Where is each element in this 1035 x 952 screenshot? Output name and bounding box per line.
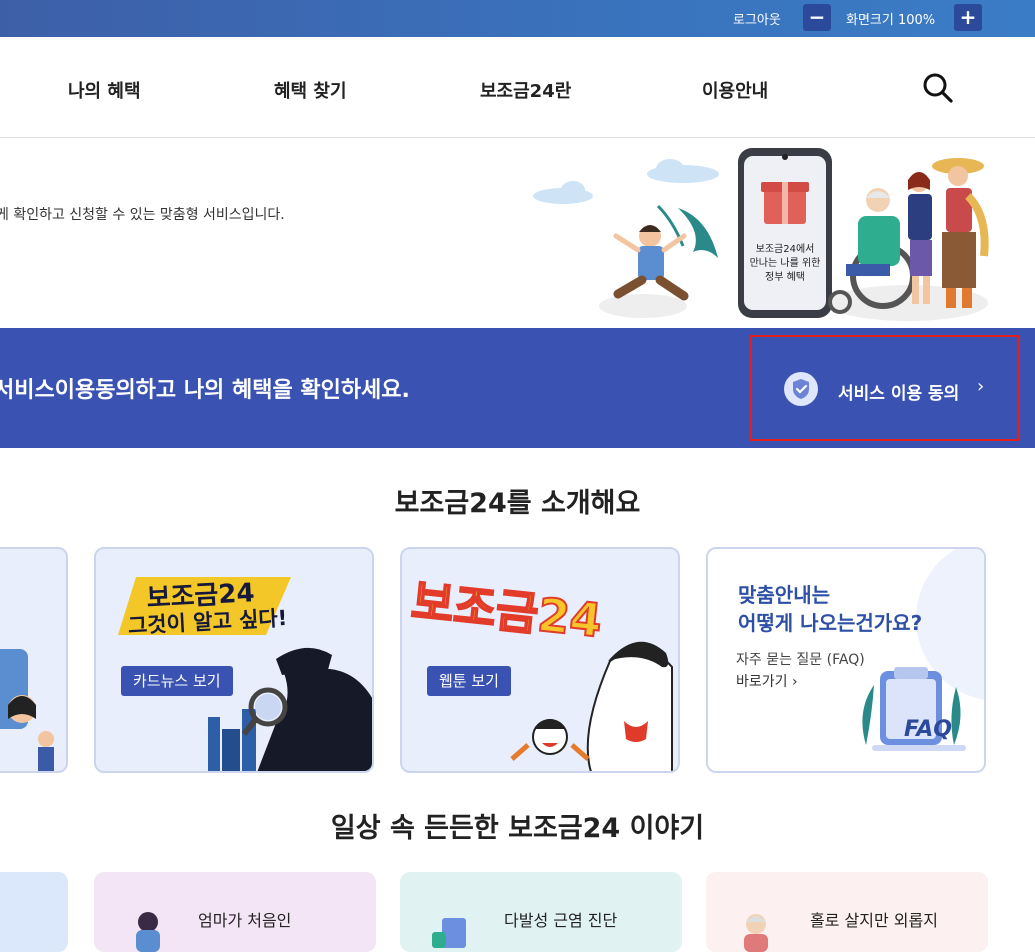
- faq-title-line-1: 맞춤안내는: [738, 583, 830, 607]
- nav-guide[interactable]: 이용안내: [702, 77, 768, 103]
- nav-about[interactable]: 보조금24란: [480, 77, 571, 103]
- intro-card-partial[interactable]: [0, 547, 68, 773]
- service-consent-label[interactable]: 서비스 이용 동의: [838, 379, 959, 404]
- zoom-in-button[interactable]: +: [954, 4, 982, 31]
- faq-badge: FAQ: [904, 717, 952, 742]
- faq-title-line-2: 어떻게 나오는건가요?: [738, 611, 923, 635]
- hero-description: 게 확인하고 신청할 수 있는 맞춤형 서비스입니다.: [0, 207, 285, 223]
- utility-bar: 로그아웃 − 화면크기 100% +: [0, 0, 1035, 37]
- faq-card[interactable]: 맞춤안내는 어떻게 나오는건가요? 자주 묻는 질문 (FAQ) 바로가기 › …: [706, 547, 986, 773]
- faq-card-title: 맞춤안내는 어떻게 나오는건가요?: [738, 581, 922, 637]
- search-icon[interactable]: [922, 72, 954, 104]
- logout-link[interactable]: 로그아웃: [733, 9, 781, 28]
- webtoon-illustration: 보조금24: [408, 573, 673, 771]
- story-card-alone[interactable]: 홀로 살지만 외롭지: [706, 872, 988, 952]
- intro-section-title: 보조금24를 소개해요: [394, 488, 641, 519]
- story-card-mom[interactable]: 엄마가 처음인: [94, 872, 376, 952]
- faq-subtitle: 자주 묻는 질문 (FAQ): [736, 652, 865, 668]
- phone-text-3: 정부 혜택: [765, 271, 805, 283]
- main-navigation: 나의 혜택 혜택 찾기 보조금24란 이용안내: [0, 37, 1035, 138]
- hero-illustration: 보조금24에서 만나는 나를 위한 정부 혜택: [533, 148, 989, 321]
- webtoon-button[interactable]: 웹툰 보기: [427, 666, 511, 696]
- clinic-illustration: [432, 918, 466, 948]
- nav-find-benefits[interactable]: 혜택 찾기: [274, 77, 347, 103]
- faq-shortcut-link[interactable]: 바로가기 ›: [736, 671, 798, 691]
- webtoon-card[interactable]: 보조금24 웹툰 보기: [400, 547, 680, 773]
- consent-banner: 서비스이용동의하고 나의 혜택을 확인하세요. 서비스 이용 동의 ›: [0, 328, 1035, 448]
- nav-my-benefits[interactable]: 나의 혜택: [68, 77, 141, 103]
- story-title-3: 홀로 살지만 외롭지: [810, 911, 938, 930]
- mother-illustration: [136, 912, 160, 952]
- elderly-illustration: [744, 914, 768, 952]
- card-news-illustration: 보조금24 그것이 알고 싶다!: [118, 577, 372, 771]
- hero-section: 게 확인하고 신청할 수 있는 맞춤형 서비스입니다. 보조금24에서 만나는 …: [0, 138, 1035, 328]
- story-card-partial[interactable]: [0, 872, 68, 952]
- story-card-myositis[interactable]: 다발성 근염 진단: [400, 872, 682, 952]
- card-news-card[interactable]: 보조금24 그것이 알고 싶다! 카드뉴스 보기: [94, 547, 374, 773]
- phone-text-1: 보조금24에서: [756, 243, 815, 255]
- webtoon-headline: 보조금24: [409, 574, 605, 648]
- chevron-right-icon: ›: [977, 376, 985, 397]
- story-title-1: 엄마가 처음인: [198, 911, 292, 930]
- shield-check-icon: [784, 372, 818, 406]
- story-title-2: 다발성 근염 진단: [504, 911, 618, 930]
- zoom-level: 화면크기 100%: [846, 13, 936, 28]
- faq-shortcut-label: 바로가기: [736, 674, 788, 690]
- zoom-out-button[interactable]: −: [803, 4, 831, 31]
- chevron-right-icon: ›: [791, 674, 798, 690]
- phone-text-2: 만나는 나를 위한: [750, 256, 821, 269]
- consent-message: 서비스이용동의하고 나의 혜택을 확인하세요.: [0, 378, 410, 403]
- stories-section-title: 일상 속 든든한 보조금24 이야기: [330, 813, 705, 844]
- people-illustration: [0, 649, 54, 771]
- card-news-button[interactable]: 카드뉴스 보기: [121, 666, 233, 696]
